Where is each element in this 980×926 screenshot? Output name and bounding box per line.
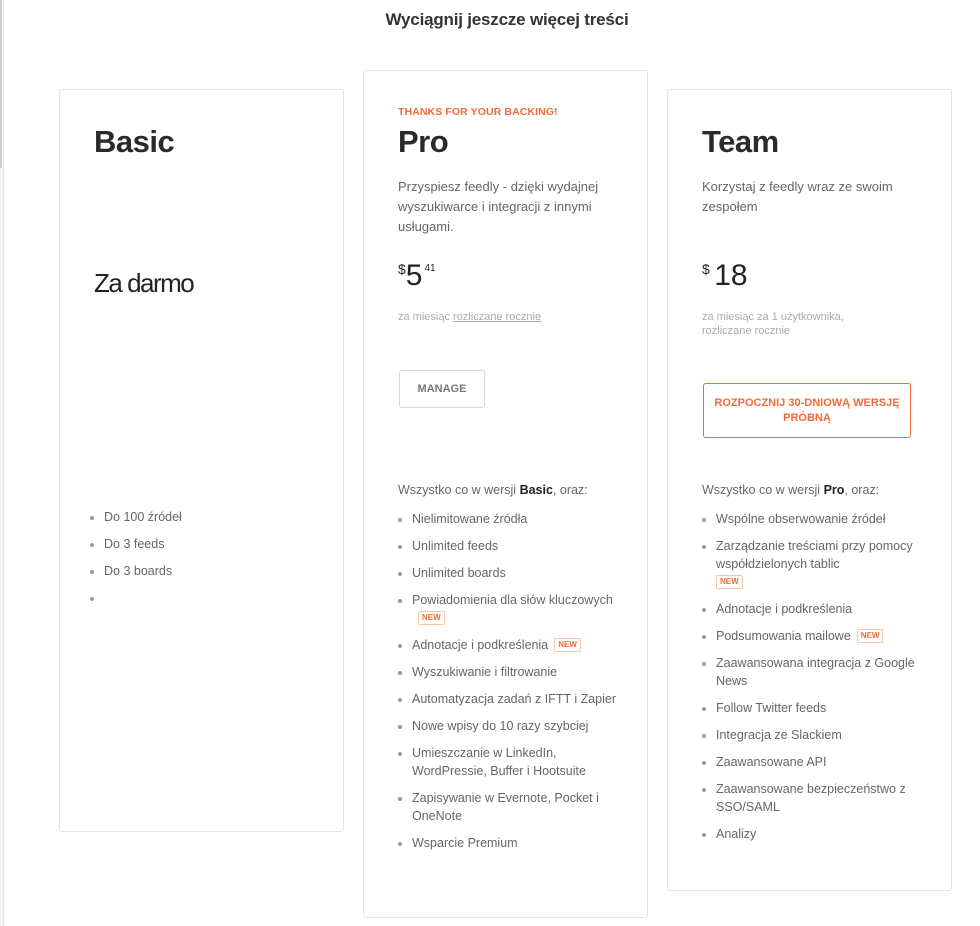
feature-item: Podsumowania mailowe NEW: [702, 627, 923, 645]
feature-text: Zarządzanie treściami przy pomocy współd…: [716, 539, 913, 571]
feature-text: Automatyzacja zadań z IFTT i Zapier: [412, 692, 617, 706]
feature-item: Wyszukiwanie i filtrowanie: [398, 663, 625, 681]
plan-card-basic: Basic Za darmo Do 100 źródeł Do 3 feeds …: [59, 89, 344, 832]
feature-item: Powiadomienia dla słów kluczowych NEW: [398, 591, 625, 627]
intro-prefix: Wszystko co w wersji: [702, 483, 821, 497]
feature-text: Wspólne obserwowanie źródeł: [716, 512, 886, 526]
feature-item: Adnotacje i podkreślenia: [702, 600, 923, 618]
feature-item: Wspólne obserwowanie źródeł: [702, 510, 923, 528]
feature-item: Zapisywanie w Evernote, Pocket i OneNote: [398, 789, 625, 825]
feature-text: Follow Twitter feeds: [716, 701, 827, 715]
new-badge: NEW: [554, 637, 581, 652]
feature-item: Adnotacje i podkreślenia NEW: [398, 636, 625, 654]
billing-note: za miesiąc za 1 użytkownika, rozliczane …: [702, 311, 844, 337]
feature-text: Zaawansowane API: [716, 755, 827, 769]
plan-description: Przyspiesz feedly - dzięki wydajnej wysz…: [398, 179, 599, 234]
feature-text: Podsumowania mailowe: [716, 629, 851, 643]
feature-list: Nielimitowane źródła Unlimited feeds Unlim…: [398, 510, 625, 861]
price-whole: 5: [405, 259, 423, 292]
feature-text: Unlimited feeds: [412, 539, 499, 553]
feature-item: Nielimitowane źródła: [398, 510, 625, 528]
scrollbar[interactable]: [0, 0, 4, 926]
page-title: Wyciągnij jeszcze więcej treści: [385, 10, 629, 29]
feature-item: Follow Twitter feeds: [702, 699, 923, 717]
feature-item: Zarządzanie treściami przy pomocy współd…: [702, 537, 923, 591]
backing-kicker: THANKS FOR YOUR BACKING!: [398, 106, 558, 118]
feature-item: Do 3 feeds: [90, 535, 319, 553]
plan-price: $ 18: [702, 259, 927, 293]
feature-text: Zapisywanie w Evernote, Pocket i OneNote: [412, 791, 599, 823]
feature-item: Unlimited feeds: [398, 537, 625, 555]
feature-text: Wyszukiwanie i filtrowanie: [412, 665, 558, 679]
billing-prefix: za miesiąc: [398, 311, 450, 323]
manage-button[interactable]: MANAGE: [399, 370, 485, 408]
feature-text: Wsparcie Premium: [412, 836, 518, 850]
feature-item: Do 3 boards: [90, 562, 319, 580]
start-trial-button[interactable]: ROZPOCZNIJ 30-DNIOWĄ WERSJĘ PRÓBNĄ: [703, 383, 911, 438]
feature-text: Integracja ze Slackiem: [716, 728, 842, 742]
billing-note: za miesiąc rozliczane rocznie: [398, 310, 623, 324]
plan-description: Korzystaj z feedly wraz ze swoim zespołe…: [702, 179, 893, 214]
feature-text: Powiadomienia dla słów kluczowych: [412, 593, 613, 607]
feature-item: Integracja ze Slackiem: [702, 726, 923, 744]
price-currency: $: [398, 261, 406, 277]
plan-card-pro: THANKS FOR YOUR BACKING! Pro Przyspiesz …: [363, 70, 648, 918]
feature-text: Nielimitowane źródła: [412, 512, 528, 526]
feature-list: Do 100 źródeł Do 3 feeds Do 3 boards: [90, 508, 319, 616]
plan-price: $5 41: [398, 259, 623, 293]
feature-text: Unlimited boards: [412, 566, 506, 580]
feature-text: Zaawansowana integracja z Google News: [716, 656, 915, 688]
feature-text: Umieszczanie w LinkedIn, WordPressie, Bu…: [412, 746, 586, 778]
feature-text: Adnotacje i podkreślenia: [716, 602, 853, 616]
plan-name: Basic: [94, 124, 175, 159]
feature-item: Do 100 źródeł: [90, 508, 319, 526]
intro-plan: Pro: [823, 483, 845, 497]
intro-plan: Basic: [519, 483, 553, 497]
billing-link[interactable]: rozliczane rocznie: [453, 311, 541, 323]
feature-text: Analizy: [716, 827, 757, 841]
price-cents: 41: [424, 263, 436, 274]
feature-item: Wsparcie Premium: [398, 834, 625, 852]
feature-item: Analizy: [702, 825, 923, 843]
price-whole: 18: [714, 259, 748, 292]
new-badge: NEW: [418, 610, 445, 625]
plan-card-team: Team Korzystaj z feedly wraz ze swoim ze…: [667, 89, 952, 891]
new-badge: NEW: [856, 628, 884, 643]
intro-suffix: , oraz:: [844, 483, 880, 497]
price-currency: $: [702, 261, 710, 277]
plan-price: Za darmo: [94, 268, 195, 298]
intro-suffix: , oraz:: [552, 483, 588, 497]
feature-item: Nowe wpisy do 10 razy szybciej: [398, 717, 625, 735]
feature-text: Adnotacje i podkreślenia: [412, 638, 549, 652]
feature-item: Automatyzacja zadań z IFTT i Zapier: [398, 690, 625, 708]
feature-item: [90, 589, 319, 607]
feature-list: Wspólne obserwowanie źródeł Zarządzanie t…: [702, 510, 923, 852]
new-badge: NEW: [716, 574, 743, 589]
feature-item: Zaawansowana integracja z Google News: [702, 654, 923, 690]
features-intro: Wszystko co w wersji Basic, oraz:: [398, 483, 623, 497]
feature-item: Umieszczanie w LinkedIn, WordPressie, Bu…: [398, 744, 625, 780]
feature-text: Nowe wpisy do 10 razy szybciej: [412, 719, 589, 733]
intro-prefix: Wszystko co w wersji: [398, 483, 517, 497]
feature-item: Unlimited boards: [398, 564, 625, 582]
feature-text: Zaawansowane bezpieczeństwo z SSO/SAML: [716, 782, 906, 814]
feature-item: Zaawansowane API: [702, 753, 923, 771]
plan-name: Team: [702, 124, 779, 159]
plan-name: Pro: [398, 124, 449, 159]
features-intro: Wszystko co w wersji Pro, oraz:: [702, 483, 927, 497]
feature-item: Zaawansowane bezpieczeństwo z SSO/SAML: [702, 780, 923, 816]
